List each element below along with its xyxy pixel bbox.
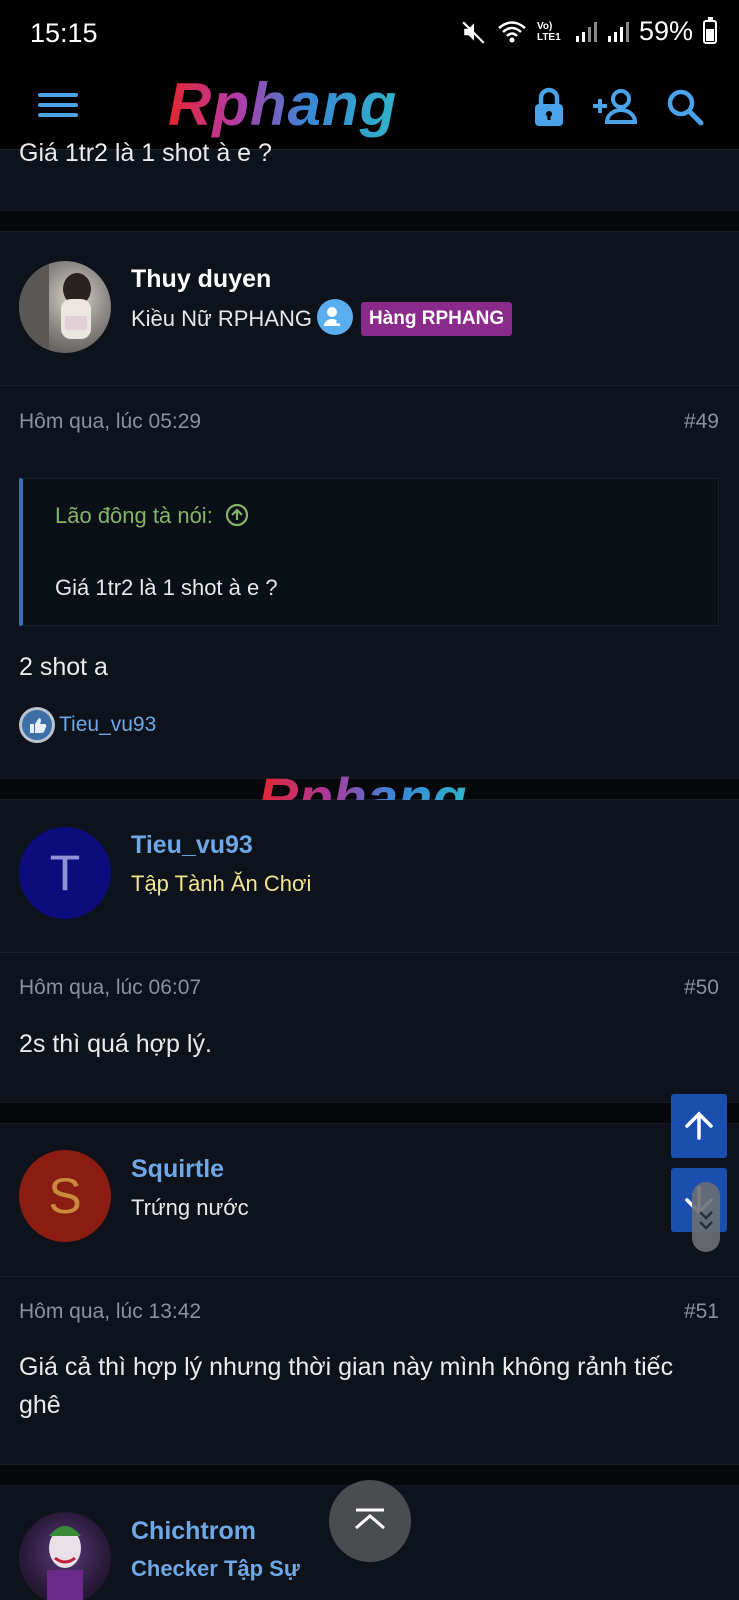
status-time: 15:15 — [30, 18, 98, 48]
quote-text: Giá 1tr2 là 1 shot à e ? — [55, 575, 278, 600]
previous-post-text: Giá 1tr2 là 1 shot à e ? — [19, 139, 272, 167]
role-badge: Hàng RPHANG — [361, 302, 513, 336]
arrow-up-circle-icon[interactable] — [225, 503, 249, 527]
author-title: Checker Tập Sự — [131, 1556, 300, 1581]
status-bar: 15:15 Vo) LTE1 59% — [0, 0, 739, 70]
chevron-updown-icon — [699, 1211, 713, 1230]
scrollbar-thumb[interactable] — [692, 1182, 720, 1252]
wifi-icon — [498, 20, 526, 42]
chevron-up-icon — [355, 1508, 385, 1530]
divider — [0, 952, 739, 953]
author-name[interactable]: Squirtle — [131, 1155, 224, 1184]
previous-post: Giá 1tr2 là 1 shot à e ? — [0, 139, 739, 210]
author-name[interactable]: Thuy duyen — [131, 265, 271, 294]
avatar[interactable]: S — [19, 1150, 111, 1242]
like-icon — [19, 707, 55, 743]
signal-icon — [575, 21, 597, 42]
signal-icon-2 — [607, 21, 629, 42]
quote-author-text: Lão đông tà nói: — [55, 503, 213, 528]
post-date[interactable]: Hôm qua, lúc 05:29 — [19, 410, 201, 434]
post-body: 2s thì quá hợp lý. — [19, 1030, 212, 1058]
avatar[interactable]: T — [19, 827, 111, 919]
lock-icon[interactable] — [526, 84, 572, 130]
post-separator — [0, 210, 739, 232]
network-label: Vo) LTE1 — [536, 20, 561, 43]
avatar-joker-icon — [47, 1526, 83, 1600]
post-number[interactable]: #51 — [684, 1300, 719, 1324]
post-date[interactable]: Hôm qua, lúc 06:07 — [19, 976, 201, 1000]
menu-icon[interactable] — [38, 88, 78, 128]
avatar[interactable] — [19, 261, 111, 353]
post-body: Giá cả thì hợp lý nhưng thời gian này mì… — [19, 1353, 674, 1419]
divider — [0, 1276, 739, 1277]
battery-percent: 59% — [638, 16, 693, 46]
avatar-photo-icon — [19, 261, 91, 353]
author-name[interactable]: Tieu_vu93 — [131, 831, 253, 860]
author-name[interactable]: Chichtrom — [131, 1517, 256, 1546]
author-title: Trứng nước — [131, 1195, 249, 1220]
avatar-letter: S — [48, 1168, 82, 1224]
quote-block: Lão đông tà nói: Giá 1tr2 là 1 shot à e … — [19, 478, 719, 626]
quote-author[interactable]: Lão đông tà nói: — [55, 503, 249, 529]
post-number[interactable]: #49 — [684, 410, 719, 434]
like-user[interactable]: Tieu_vu93 — [59, 713, 156, 737]
verified-user-icon — [317, 299, 353, 335]
author-title: Kiều Nữ RPHANG — [131, 306, 312, 331]
post-body: 2 shot a — [19, 653, 108, 681]
arrow-up-icon — [685, 1111, 713, 1140]
post-number[interactable]: #50 — [684, 976, 719, 1000]
status-icons: Vo) LTE1 59% — [461, 16, 717, 47]
battery-icon — [703, 16, 717, 44]
back-to-top-button[interactable] — [329, 1480, 411, 1562]
post-date[interactable]: Hôm qua, lúc 13:42 — [19, 1300, 201, 1324]
divider — [0, 385, 739, 386]
mute-icon — [462, 20, 485, 44]
add-user-icon[interactable] — [590, 84, 640, 130]
site-logo[interactable]: Rphang — [168, 70, 397, 139]
avatar-letter: T — [49, 845, 81, 901]
scroll-up-button[interactable] — [671, 1094, 727, 1158]
reactions-row[interactable]: Tieu_vu93 — [19, 706, 156, 744]
avatar[interactable] — [19, 1512, 111, 1600]
author-title: Tập Tành Ăn Chơi — [131, 871, 312, 896]
post-separator — [0, 1102, 739, 1124]
search-icon[interactable] — [662, 84, 708, 130]
